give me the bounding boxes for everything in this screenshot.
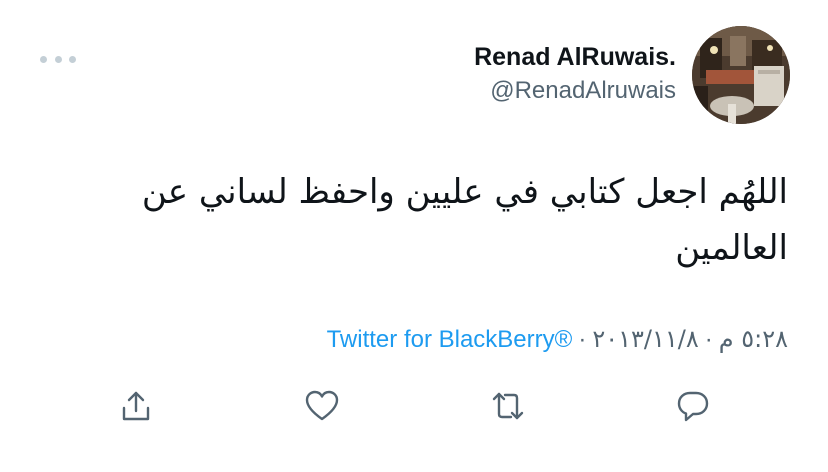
retweet-icon xyxy=(492,392,524,420)
share-button[interactable] xyxy=(116,386,156,426)
like-button[interactable] xyxy=(302,386,342,426)
more-icon xyxy=(54,55,62,63)
avatar-image xyxy=(692,26,790,124)
more-options-button[interactable] xyxy=(40,50,76,68)
display-name[interactable]: Renad AlRuwais. xyxy=(474,40,676,74)
meta-separator: · xyxy=(578,326,587,353)
more-icon xyxy=(69,55,76,63)
tweet-source-link[interactable]: Twitter for BlackBerry® xyxy=(327,326,573,353)
tweet-time[interactable]: ٥:٢٨ م xyxy=(719,325,788,353)
tweet-date[interactable]: ٢٠١٣/١١/٨ xyxy=(592,325,698,353)
tweet-meta: Twitter for BlackBerry® · ٥:٢٨ م·٢٠١٣/١١/٨ xyxy=(327,322,788,357)
tweet-card: Renad AlRuwais. @RenadAlruwais اللهُم اج… xyxy=(0,0,828,472)
more-icon xyxy=(40,55,47,63)
heart-icon xyxy=(305,390,339,421)
user-handle[interactable]: @RenadAlruwais xyxy=(474,74,676,108)
reply-button[interactable] xyxy=(673,386,713,426)
share-icon xyxy=(122,391,150,421)
tweet-text: اللهُم اجعل كتابي في عليين واحفظ لساني ع… xyxy=(141,172,788,268)
reply-icon xyxy=(677,391,709,422)
user-info: Renad AlRuwais. @RenadAlruwais xyxy=(474,40,676,108)
avatar[interactable] xyxy=(692,26,790,124)
meta-separator: · xyxy=(704,326,713,353)
retweet-button[interactable] xyxy=(488,386,528,426)
